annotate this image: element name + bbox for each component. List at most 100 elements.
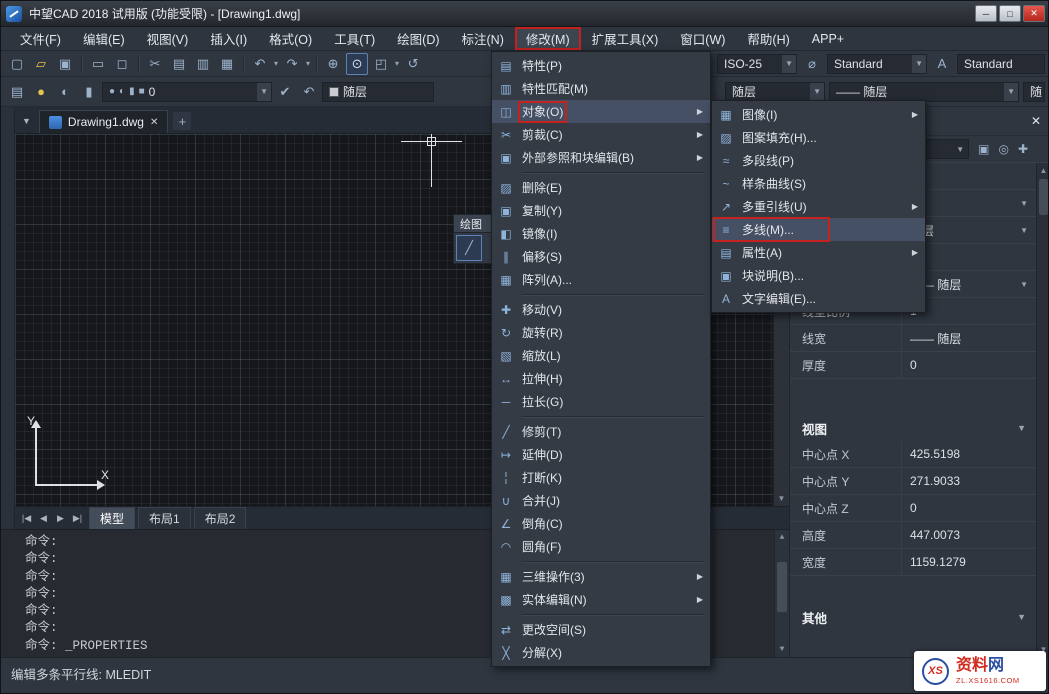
redo-dropdown-icon[interactable]: ▾	[305, 59, 311, 68]
menu-item-fillet[interactable]: ◠圆角(F)	[492, 535, 710, 558]
submenu-item-spline[interactable]: ~样条曲线(S)	[712, 172, 925, 195]
menubar-item-file[interactable]: 文件(F)	[9, 27, 72, 50]
dimension-style-icon[interactable]: ⌀	[801, 53, 823, 75]
zoom-realtime-icon[interactable]: ⊙	[346, 53, 368, 75]
layer-freeze-icon[interactable]: ◐	[54, 81, 76, 103]
plotstyle-combo-partial[interactable]: 随	[1023, 82, 1045, 102]
menubar-item-draw[interactable]: 绘图(D)	[386, 27, 450, 50]
tab-first-icon[interactable]: |◀	[18, 513, 35, 524]
dropdown-arrow-icon[interactable]: ▼	[1004, 83, 1018, 101]
menubar-item-edit[interactable]: 编辑(E)	[72, 27, 136, 50]
tab-list-dropdown-icon[interactable]: ▼	[19, 116, 34, 133]
property-value[interactable]: 271.9033	[902, 468, 1036, 494]
zoom-dropdown-icon[interactable]: ▾	[394, 59, 400, 68]
pickadd-toggle-icon[interactable]: ▣	[978, 142, 989, 156]
section-other[interactable]: 其他 ▼	[790, 604, 1036, 630]
menu-item-rotate[interactable]: ↻旋转(R)	[492, 321, 710, 344]
palette-close-icon[interactable]: ✕	[1031, 114, 1041, 128]
menu-item-move[interactable]: ✚移动(V)	[492, 298, 710, 321]
property-value[interactable]: 0	[902, 352, 1036, 378]
menu-item-stretch[interactable]: ↔拉伸(H)	[492, 367, 710, 390]
dropdown-arrow-icon[interactable]: ▼	[1020, 226, 1028, 235]
lineweight-combo[interactable]: —— 随层 ▼	[829, 82, 1019, 102]
save-icon[interactable]: ▣	[54, 53, 76, 75]
palette-scrollbar[interactable]: ▲ ▼	[1036, 163, 1049, 657]
layer-previous-icon[interactable]: ↶	[298, 81, 320, 103]
menu-item-object[interactable]: ◫对象(O)▶	[492, 100, 710, 123]
undo-dropdown-icon[interactable]: ▾	[273, 59, 279, 68]
menubar-item-insert[interactable]: 插入(I)	[199, 27, 258, 50]
property-value[interactable]: 1159.1279	[902, 549, 1036, 575]
menubar-item-dimension[interactable]: 标注(N)	[451, 27, 515, 50]
menubar-item-app[interactable]: APP+	[801, 27, 855, 50]
select-objects-icon[interactable]: ◎	[998, 142, 1008, 156]
menubar-item-help[interactable]: 帮助(H)	[736, 27, 800, 50]
pan-icon[interactable]: ⊕	[322, 53, 344, 75]
copy-icon[interactable]: ▤	[168, 53, 190, 75]
menu-item-offset[interactable]: ∥偏移(S)	[492, 245, 710, 268]
menu-item-xref-block-edit[interactable]: ▣外部参照和块编辑(B)▶	[492, 146, 710, 169]
color-combo[interactable]: 随层	[322, 82, 434, 102]
property-value[interactable]: 425.5198	[902, 441, 1036, 467]
menu-item-mirror[interactable]: ◧镜像(I)	[492, 222, 710, 245]
new-drawing-icon[interactable]: +	[173, 112, 191, 130]
menu-item-scale[interactable]: ▧缩放(L)	[492, 344, 710, 367]
menubar-item-tools[interactable]: 工具(T)	[323, 27, 386, 50]
layer-on-icon[interactable]: ●	[30, 81, 52, 103]
submenu-item-multileader[interactable]: ↗多重引线(U)▶	[712, 195, 925, 218]
dimstyle-combo[interactable]: ISO-25 ▼	[717, 54, 797, 74]
menubar-item-format[interactable]: 格式(O)	[258, 27, 323, 50]
command-scrollbar[interactable]: ▲ ▼	[774, 530, 789, 657]
plot-icon[interactable]: ▭	[87, 53, 109, 75]
menu-item-explode[interactable]: ╳分解(X)	[492, 641, 710, 664]
property-value[interactable]: 0	[902, 495, 1036, 521]
scroll-up-icon[interactable]: ▲	[775, 530, 789, 545]
property-value[interactable]: 447.0073	[902, 522, 1036, 548]
close-button[interactable]: ✕	[1023, 5, 1045, 22]
drawing-tab[interactable]: Drawing1.dwg ✕	[39, 110, 168, 133]
scrollbar-thumb[interactable]	[1039, 179, 1048, 215]
tab-prev-icon[interactable]: ◀	[35, 513, 52, 524]
scroll-down-icon[interactable]: ▼	[775, 642, 789, 657]
menu-item-change-space[interactable]: ⇄更改空间(S)	[492, 618, 710, 641]
tab-model[interactable]: 模型	[89, 507, 135, 530]
zoom-window-icon[interactable]: ◰	[370, 53, 392, 75]
undo-icon[interactable]: ↶	[249, 53, 271, 75]
menubar-item-express-tools[interactable]: 扩展工具(X)	[581, 27, 670, 50]
menu-item-lengthen[interactable]: ─拉长(G)	[492, 390, 710, 413]
menu-item-break[interactable]: ╎打断(K)	[492, 466, 710, 489]
quick-select-icon[interactable]: ✚	[1018, 142, 1028, 156]
section-view[interactable]: 视图 ▼	[790, 415, 1036, 441]
cut-icon[interactable]: ✂	[144, 53, 166, 75]
dropdown-arrow-icon[interactable]: ▼	[782, 55, 796, 73]
layer-combo[interactable]: ● ◐ ▮ ■ 0 ▼	[102, 82, 272, 102]
text-style-icon[interactable]: A	[931, 53, 953, 75]
scrollbar-thumb[interactable]	[777, 562, 787, 612]
submenu-item-attribute[interactable]: ▤属性(A)▶	[712, 241, 925, 264]
tablestyle-combo[interactable]: Standard	[957, 54, 1045, 74]
menu-item-join[interactable]: ∪合并(J)	[492, 489, 710, 512]
menu-item-copy[interactable]: ▣复制(Y)	[492, 199, 710, 222]
dropdown-arrow-icon[interactable]: ▼	[810, 83, 824, 101]
menu-item-extend[interactable]: ↦延伸(D)	[492, 443, 710, 466]
layer-current-icon[interactable]: ✔	[274, 81, 296, 103]
zoom-previous-icon[interactable]: ↺	[402, 53, 424, 75]
maximize-button[interactable]: □	[999, 5, 1021, 22]
linetype-combo[interactable]: 随层 ▼	[725, 82, 825, 102]
submenu-item-image[interactable]: ▦图像(I)▶	[712, 103, 925, 126]
redo-icon[interactable]: ↷	[281, 53, 303, 75]
minimize-button[interactable]: ─	[975, 5, 997, 22]
open-folder-icon[interactable]: ▱	[30, 53, 52, 75]
menu-item-match-properties[interactable]: ▥特性匹配(M)	[492, 77, 710, 100]
tab-layout2[interactable]: 布局2	[194, 507, 247, 530]
property-value[interactable]: —— 随层	[902, 325, 1036, 351]
menu-item-properties[interactable]: ▤特性(P)	[492, 54, 710, 77]
collapse-arrow-icon[interactable]: ▼	[1017, 612, 1026, 622]
menu-item-solids-editing[interactable]: ▩实体编辑(N)▶	[492, 588, 710, 611]
submenu-item-block-description[interactable]: ▣块说明(B)...	[712, 264, 925, 287]
scroll-up-icon[interactable]: ▲	[1037, 163, 1049, 178]
tab-close-icon[interactable]: ✕	[150, 117, 158, 128]
dropdown-arrow-icon[interactable]: ▼	[956, 145, 964, 154]
match-properties-icon[interactable]: ▦	[216, 53, 238, 75]
menu-item-3d-operations[interactable]: ▦三维操作(3)▶	[492, 565, 710, 588]
